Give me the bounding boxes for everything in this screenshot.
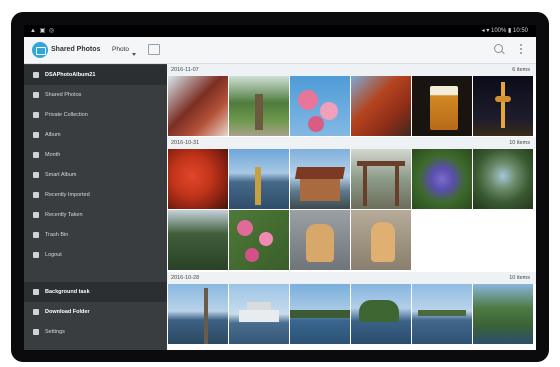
app-title: Shared Photos — [51, 46, 101, 53]
photo-thumbnail[interactable] — [168, 149, 228, 209]
album-icon — [33, 132, 39, 138]
photo-thumbnail[interactable] — [168, 210, 228, 270]
clock-icon — [33, 192, 39, 198]
sidebar-item-label: Album — [45, 132, 61, 138]
sidebar-item-label: DSAPhotoAlbum21 — [45, 72, 96, 78]
smart-album-icon — [33, 172, 39, 178]
camera-icon — [33, 212, 39, 218]
photo-thumbnail[interactable] — [229, 284, 289, 344]
photo-thumbnail[interactable] — [229, 76, 289, 136]
sidebar-item-device[interactable]: DSAPhotoAlbum21 — [24, 65, 167, 85]
photo-thumbnail[interactable] — [473, 76, 533, 136]
section-count: 10 items — [509, 275, 530, 281]
section-header: 2016-10-28 10 items — [167, 272, 536, 284]
sidebar-item-private[interactable]: Private Collection — [24, 105, 167, 125]
sidebar-item-label: Logout — [45, 252, 62, 258]
tablet-screen: ▲ ▣ ◎ ◂ ▾ 100% ▮ 10:50 Shared Photos Pho… — [24, 25, 536, 350]
section-date: 2016-10-28 — [171, 275, 200, 281]
status-left-icons: ▲ ▣ ◎ — [30, 28, 56, 34]
sidebar-item-album[interactable]: Album — [24, 125, 167, 145]
sidebar-item-label: Recently Imported — [45, 192, 90, 198]
photo-thumbnail[interactable] — [168, 76, 228, 136]
sidebar-item-label: Shared Photos — [45, 92, 82, 98]
logout-icon — [33, 252, 39, 258]
photo-thumbnail[interactable] — [168, 284, 228, 344]
section-header: 2016-10-31 10 items — [167, 137, 536, 149]
app-bar: Shared Photos Photo — [24, 37, 536, 64]
photo-thumbnail[interactable] — [290, 76, 350, 136]
photo-thumbnail[interactable] — [351, 210, 411, 270]
trash-icon — [33, 232, 39, 238]
photo-thumbnail[interactable] — [412, 149, 472, 209]
app-logo-icon — [32, 42, 48, 58]
section-count: 10 items — [509, 140, 530, 146]
sidebar-item-settings[interactable]: Settings — [24, 322, 167, 342]
gear-icon — [33, 329, 39, 335]
sidebar-item-label: Private Collection — [45, 112, 88, 118]
sidebar-item-label: Smart Album — [45, 172, 77, 178]
photo-thumbnail[interactable] — [351, 284, 411, 344]
sidebar-item-month[interactable]: Month — [24, 145, 167, 165]
sidebar: DSAPhotoAlbum21 Shared Photos Private Co… — [24, 64, 167, 350]
sidebar-item-label: Settings — [45, 329, 65, 335]
photo-thumbnail[interactable] — [412, 284, 472, 344]
photo-thumbnail[interactable] — [229, 149, 289, 209]
lock-icon — [33, 112, 39, 118]
calendar-icon — [33, 152, 39, 158]
sidebar-item-label: Trash Bin — [45, 232, 69, 238]
section-count: 6 items — [512, 67, 530, 73]
sidebar-item-logout[interactable]: Logout — [24, 245, 167, 265]
photo-thumbnail[interactable] — [290, 149, 350, 209]
status-right-info: ◂ ▾ 100% ▮ 10:50 — [481, 28, 528, 34]
sidebar-item-trash[interactable]: Trash Bin — [24, 225, 167, 245]
view-dropdown[interactable]: Photo — [112, 37, 136, 63]
photo-thumbnail[interactable] — [290, 210, 350, 270]
photo-thumbnail[interactable] — [351, 76, 411, 136]
sidebar-item-label: Background task — [45, 289, 90, 295]
section-date: 2016-10-31 — [171, 140, 200, 146]
status-bar: ▲ ▣ ◎ ◂ ▾ 100% ▮ 10:50 — [24, 25, 536, 37]
dropdown-caret-icon — [132, 53, 136, 56]
view-dropdown-label: Photo — [112, 46, 129, 53]
sidebar-item-label: Download Folder — [45, 309, 90, 315]
folder-icon — [33, 309, 39, 315]
photo-thumbnail[interactable] — [290, 284, 350, 344]
more-options-icon[interactable] — [520, 44, 523, 56]
photo-thumbnail[interactable] — [229, 210, 289, 270]
photo-thumbnail[interactable] — [473, 149, 533, 209]
sidebar-item-label: Recently Taken — [45, 212, 83, 218]
section-header: 2016-11-07 6 items — [167, 64, 536, 76]
sidebar-item-download-folder[interactable]: Download Folder — [24, 302, 167, 322]
sidebar-item-label: Month — [45, 152, 61, 158]
task-icon — [33, 289, 39, 295]
sidebar-item-shared-photos[interactable]: Shared Photos — [24, 85, 167, 105]
photos-icon — [33, 92, 39, 98]
photo-thumbnail[interactable] — [473, 284, 533, 344]
sidebar-item-recently-taken[interactable]: Recently Taken — [24, 205, 167, 225]
view-mode-icon[interactable] — [148, 44, 160, 55]
sidebar-item-smart-album[interactable]: Smart Album — [24, 165, 167, 185]
section-date: 2016-11-07 — [171, 67, 199, 73]
photo-grid: 2016-11-07 6 items 2016-10-31 10 items 2… — [167, 64, 536, 350]
device-icon — [33, 72, 39, 78]
sidebar-item-background-task[interactable]: Background task — [24, 282, 167, 302]
photo-thumbnail[interactable] — [351, 149, 411, 209]
photo-thumbnail[interactable] — [412, 76, 472, 136]
sidebar-item-recently-imported[interactable]: Recently Imported — [24, 185, 167, 205]
search-icon[interactable] — [494, 44, 503, 53]
